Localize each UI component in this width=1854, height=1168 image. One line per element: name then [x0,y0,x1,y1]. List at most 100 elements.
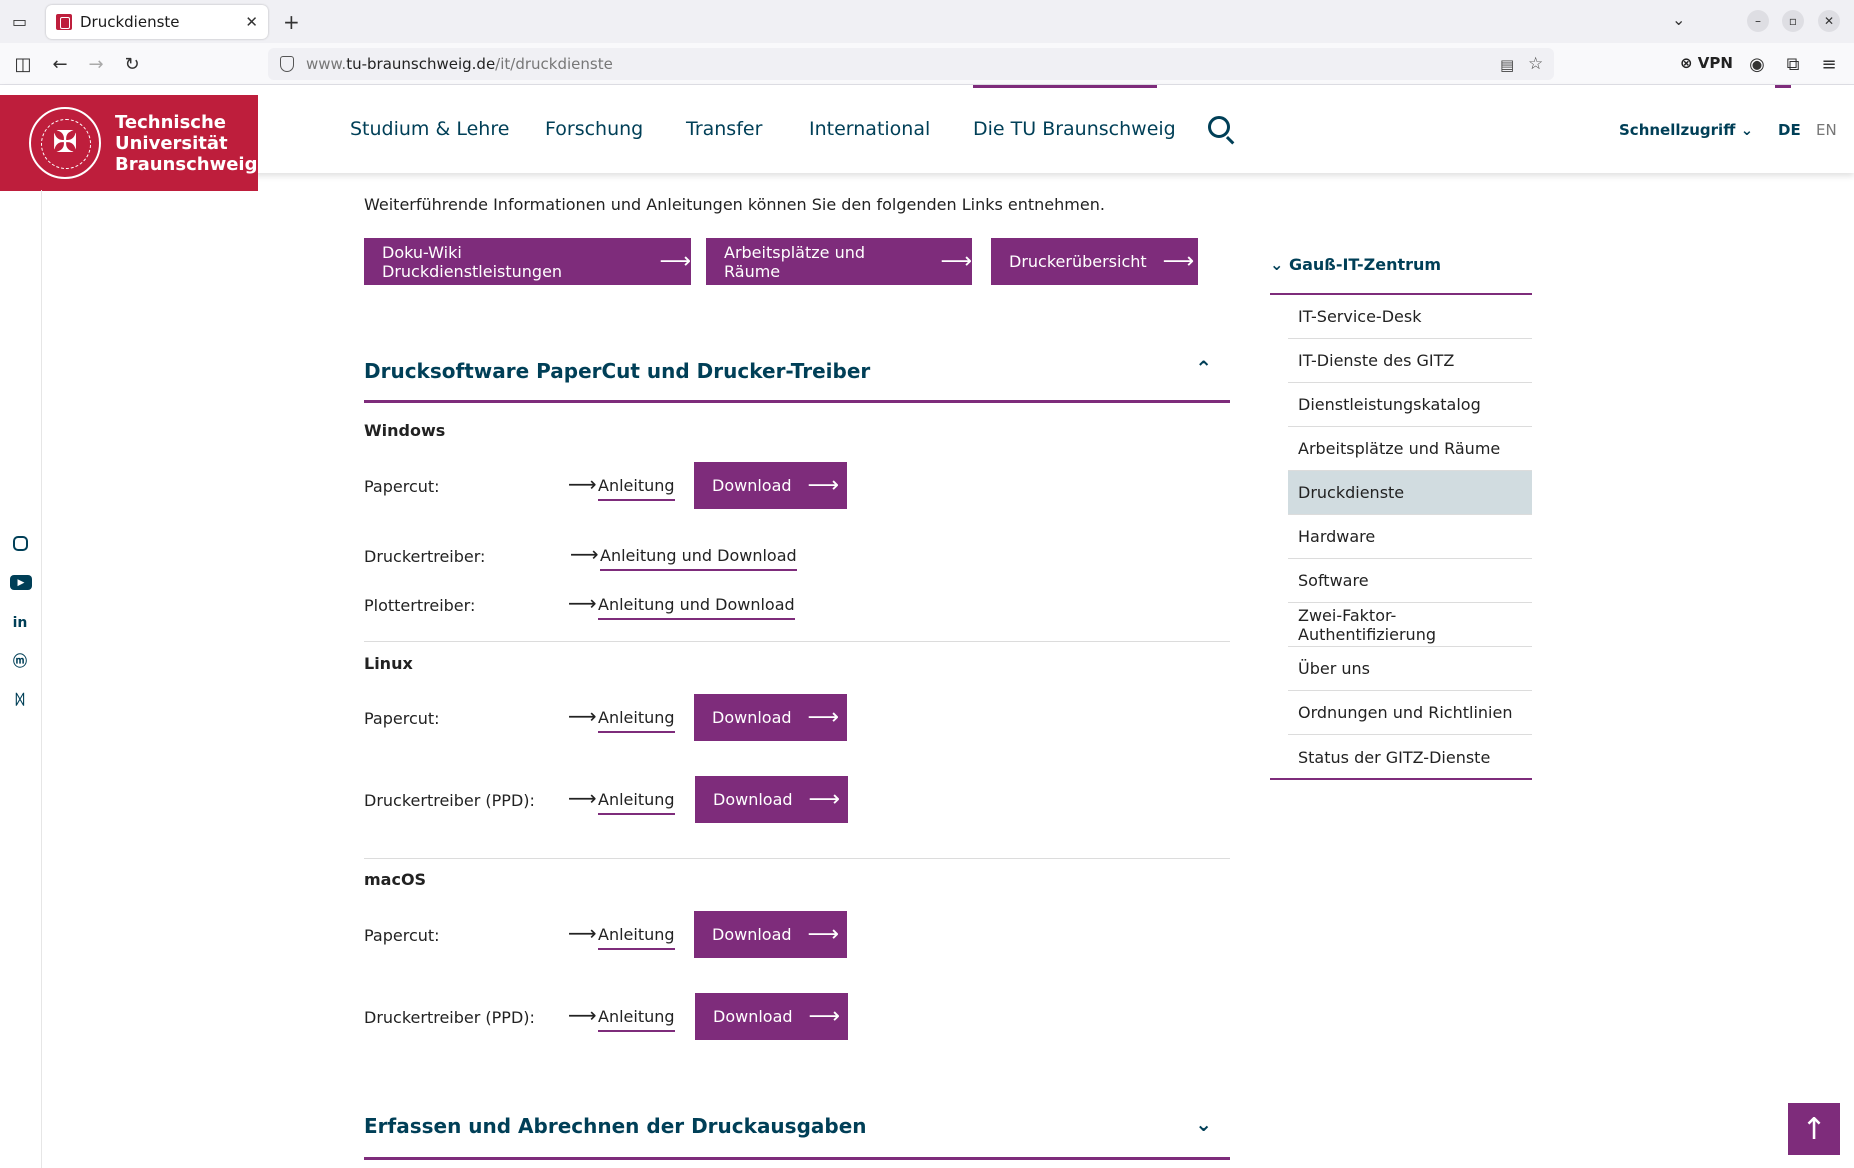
sidebar-bottom-border [1270,778,1532,780]
tab-title: Druckdienste [80,13,180,31]
url-text[interactable]: www.tu-braunschweig.de/it/druckdienste [306,55,613,73]
druckeruebersicht-button[interactable]: Druckerübersicht ⟶ [991,238,1198,285]
scroll-to-top-button[interactable]: ↑ [1788,1103,1840,1155]
windows-papercut-download-button[interactable]: Download ⟶ [694,462,847,509]
chevron-down-icon: ⌄ [1270,255,1284,274]
sidebar-item-status[interactable]: Status der GITZ-Dienste [1288,735,1532,779]
logo-line-1: Technische [115,111,226,133]
linux-papercut-label: Papercut: [364,709,440,728]
arrow-right-icon: ⟶ [568,472,597,496]
menu-icon[interactable]: ≡ [1816,51,1842,77]
sidebar-toggle-icon[interactable]: ◫ [10,51,36,77]
instagram-icon[interactable] [13,536,28,551]
macos-ppd-download-button[interactable]: Download ⟶ [695,993,848,1040]
doku-wiki-button[interactable]: Doku-Wiki Druckdienstleistungen ⟶ [364,238,691,285]
sidebar-item-arbeitsplaetze[interactable]: Arbeitsplätze und Räume [1288,427,1532,471]
sidebar-item-it-dienste[interactable]: IT-Dienste des GITZ [1288,339,1532,383]
bookmark-star-icon[interactable]: ☆ [1528,54,1543,74]
back-icon[interactable]: ← [47,51,73,77]
close-window-icon[interactable]: ✕ [1818,10,1840,32]
minimize-icon[interactable]: – [1747,10,1769,32]
macos-papercut-anleitung-link[interactable]: Anleitung [598,925,675,950]
vpn-button[interactable]: ⊗ VPN [1680,54,1733,72]
arrow-right-icon: ⟶ [568,591,597,615]
reload-icon[interactable]: ↻ [119,51,145,77]
reader-view-icon[interactable]: ▤ [1500,56,1514,74]
url-domain: tu-braunschweig.de [346,55,496,73]
accordion-papercut[interactable]: Drucksoftware PaperCut und Drucker-Treib… [364,350,1230,403]
sidebar-item-ueber-uns[interactable]: Über uns [1288,647,1532,691]
social-rail-divider [41,190,42,1168]
accordion-erfassen[interactable]: Erfassen und Abrechnen der Druckausgaben… [364,1110,1230,1160]
sidebar-item-software[interactable]: Software [1288,559,1532,603]
sidebar-item-2fa[interactable]: Zwei-Faktor-Authentifizierung [1288,603,1532,647]
tu-logo[interactable]: Technische Universität Braunschweig [0,95,258,191]
os-macos-heading: macOS [364,870,427,889]
arbeitsplaetze-label: Arbeitsplätze und Räume [724,242,866,281]
arrow-right-icon: ⟶ [940,249,972,274]
arrow-right-icon: ⟶ [659,249,691,274]
browser-tab-active[interactable]: Druckdienste ✕ [46,5,268,39]
nav-international[interactable]: International [809,118,930,140]
arrow-right-icon: ⟶ [568,786,597,810]
arrow-right-icon: ⟶ [570,542,599,566]
forward-icon[interactable]: → [83,51,109,77]
download-label: Download [712,476,792,495]
extensions-icon[interactable]: ⧉ [1780,51,1806,77]
tab-list-icon[interactable]: ▭ [12,12,27,31]
lang-de[interactable]: DE [1778,121,1801,139]
arrow-right-icon: ⟶ [808,787,841,812]
restore-icon[interactable]: ▫ [1782,10,1804,32]
linux-papercut-anleitung-link[interactable]: Anleitung [598,708,675,733]
quick-access-button[interactable]: Schnellzugriff ⌄ [1619,121,1753,139]
sidebar-heading[interactable]: ⌄ Gauß-IT-Zentrum [1270,255,1532,295]
account-icon[interactable]: ◉ [1744,51,1770,77]
windows-papercut-label: Papercut: [364,477,440,496]
arrow-right-icon: ⟶ [568,704,597,728]
arrow-right-icon: ⟶ [1162,249,1195,274]
close-tab-icon[interactable]: ✕ [245,13,258,31]
windows-druckertreiber-link[interactable]: Anleitung und Download [600,546,797,571]
seal-icon [29,107,101,179]
intro-text: Weiterführende Informationen und Anleitu… [364,195,1105,214]
mastodon-icon[interactable]: ⓜ [11,652,29,670]
accordion-papercut-title: Drucksoftware PaperCut und Drucker-Treib… [364,359,871,383]
new-tab-icon[interactable]: + [283,10,300,34]
nav-die-tu[interactable]: Die TU Braunschweig [973,118,1176,140]
bluesky-icon[interactable]: ᛞ [11,691,29,709]
youtube-icon[interactable]: ▶ [10,575,32,590]
linux-ppd-anleitung-link[interactable]: Anleitung [598,790,675,815]
sidebar-item-dienstleistungskatalog[interactable]: Dienstleistungskatalog [1288,383,1532,427]
url-prefix: www. [306,55,347,73]
macos-papercut-download-button[interactable]: Download ⟶ [694,911,847,958]
sidebar-item-it-service-desk[interactable]: IT-Service-Desk [1288,295,1532,339]
nav-studium[interactable]: Studium & Lehre [350,118,509,140]
windows-papercut-anleitung-link[interactable]: Anleitung [598,476,675,501]
macos-ppd-label: Druckertreiber (PPD): [364,1008,535,1027]
nav-forschung[interactable]: Forschung [545,118,643,140]
search-icon[interactable] [1208,116,1230,138]
chevron-up-icon[interactable]: ⌃ [1195,356,1212,380]
windows-plottertreiber-link[interactable]: Anleitung und Download [598,595,795,620]
os-linux-heading: Linux [364,654,413,673]
windows-druckertreiber-label: Druckertreiber: [364,547,486,566]
linkedin-icon[interactable]: in [11,614,29,632]
macos-papercut-label: Papercut: [364,926,440,945]
linux-ppd-download-button[interactable]: Download ⟶ [695,776,848,823]
arbeitsplaetze-button[interactable]: Arbeitsplätze und Räume ⟶ [706,238,972,285]
chevron-down-icon[interactable]: ⌄ [1195,1112,1212,1136]
chevron-down-icon[interactable]: ⌄ [1672,10,1685,29]
doku-wiki-label: Doku-Wiki Druckdienstleistungen [382,242,563,281]
logo-line-2: Universität [115,132,228,154]
quick-access-label: Schnellzugriff [1619,121,1736,139]
linux-papercut-download-button[interactable]: Download ⟶ [694,694,847,741]
sidebar-item-hardware[interactable]: Hardware [1288,515,1532,559]
sidebar-item-ordnungen[interactable]: Ordnungen und Richtlinien [1288,691,1532,735]
favicon-icon [56,14,72,30]
download-label: Download [712,925,792,944]
macos-ppd-anleitung-link[interactable]: Anleitung [598,1007,675,1032]
lang-en[interactable]: EN [1816,121,1837,139]
sidebar-item-druckdienste[interactable]: Druckdienste [1288,471,1532,515]
nav-transfer[interactable]: Transfer [686,118,762,140]
url-bar[interactable]: www.tu-braunschweig.de/it/druckdienste ▤… [268,48,1554,80]
